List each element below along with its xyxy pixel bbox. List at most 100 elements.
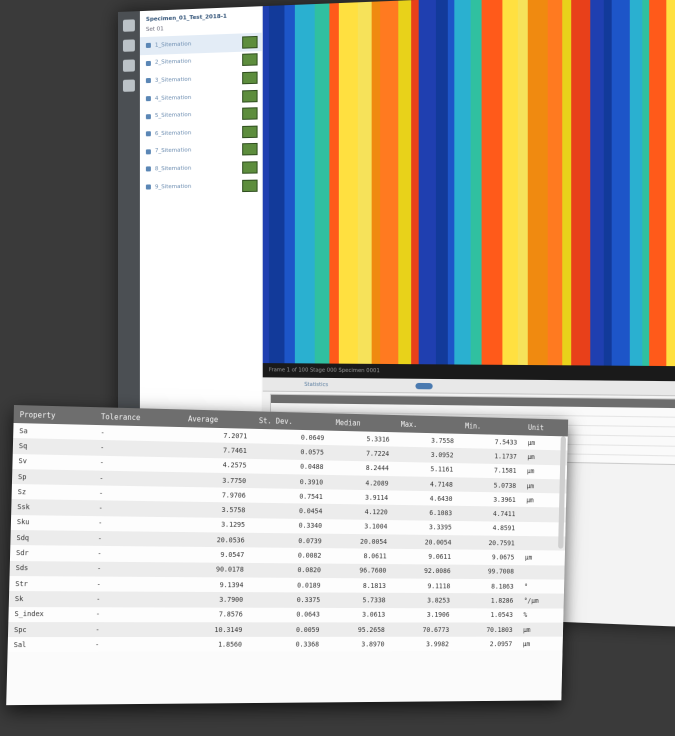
table-cell: 0.0643 — [248, 607, 326, 623]
table-cell: 3.1906 — [390, 607, 456, 623]
tools-icon[interactable] — [122, 59, 135, 72]
table-cell: 0.0082 — [249, 547, 328, 564]
specimen-icon — [145, 131, 151, 137]
image-stripe — [357, 1, 373, 364]
thumbnail-icon[interactable] — [242, 179, 258, 192]
table-cell: 0.0488 — [251, 458, 330, 475]
specimen-icon — [145, 96, 151, 102]
thumbnail-icon[interactable] — [242, 89, 258, 103]
table-cell: 10.3149 — [176, 622, 249, 638]
image-stripe — [666, 0, 675, 367]
table-cell: µm — [517, 622, 564, 637]
image-stripe — [571, 0, 592, 366]
image-stripe — [447, 0, 456, 365]
image-stripe — [481, 0, 504, 365]
pager-icon[interactable] — [415, 382, 433, 390]
column-header[interactable]: Median — [329, 413, 396, 433]
tree-item[interactable]: 8_Sitemation — [140, 158, 262, 178]
table-cell — [519, 564, 565, 580]
image-stripe — [380, 0, 400, 365]
table-cell: Sp — [11, 468, 94, 486]
table-cell: ° — [518, 579, 565, 594]
image-stripe — [517, 0, 529, 366]
table-cell: - — [91, 531, 180, 548]
table-cell: 90.0178 — [178, 562, 250, 578]
table-cell: Sa — [13, 422, 95, 441]
image-stripe — [603, 0, 613, 366]
table-cell: 9.0547 — [178, 547, 251, 563]
column-header[interactable]: Min. — [459, 416, 524, 436]
table-cell: % — [518, 608, 564, 623]
table-cell: Sku — [10, 514, 93, 532]
table-cell: 4.2575 — [181, 457, 253, 474]
table-cell: Sdr — [9, 545, 92, 562]
table-cell: - — [92, 500, 181, 518]
table-cell: 7.5433 — [459, 433, 523, 450]
thumbnail-icon[interactable] — [242, 143, 258, 156]
thumbnail-icon[interactable] — [242, 53, 258, 67]
column-header[interactable]: St. Dev. — [253, 411, 331, 431]
table-cell: 3.9982 — [389, 636, 455, 652]
table-cell: - — [94, 440, 182, 458]
heatmap-image — [262, 0, 675, 367]
table-cell: S_index — [8, 606, 91, 623]
table-cell: Ssk — [11, 499, 93, 516]
table-cell: 3.8970 — [324, 636, 391, 652]
image-stripe — [454, 0, 472, 365]
table-cell: 9.1394 — [177, 577, 250, 593]
table-cell: 3.1295 — [179, 517, 251, 533]
column-header[interactable]: Property — [13, 405, 96, 425]
table-cell: 9.0611 — [391, 549, 457, 565]
table-row[interactable]: Sal -1.8560 0.3368 3.8970 3.9982 2.0957 µm — [7, 636, 563, 653]
table-cell: Sal — [7, 637, 90, 653]
table-cell: 8.0611 — [326, 548, 393, 564]
thumbnail-icon[interactable] — [242, 161, 258, 174]
table-row[interactable]: Sk -3.7900 0.3375 5.7338 3.8253 1.8286 °/µm — [8, 591, 564, 609]
table-cell: 0.0454 — [250, 503, 329, 520]
table-cell: Spc — [7, 621, 90, 638]
table-cell: 1.1737 — [458, 448, 523, 465]
table-cell: - — [91, 546, 180, 563]
specimen-icon — [145, 113, 151, 119]
column-header[interactable]: Average — [182, 409, 254, 429]
column-header[interactable]: Max. — [395, 415, 460, 434]
table-cell: - — [93, 455, 182, 473]
thumbnail-icon[interactable] — [242, 125, 258, 138]
table-cell: 4.2089 — [328, 474, 395, 491]
thumbnail-icon[interactable] — [242, 107, 258, 121]
image-stripe — [284, 4, 296, 364]
column-header[interactable]: Tolerance — [94, 407, 183, 428]
table-cell: 1.0543 — [454, 607, 519, 623]
image-stripe — [398, 0, 413, 365]
table-cell: 0.3368 — [247, 636, 325, 652]
home-icon[interactable] — [122, 19, 135, 32]
specimen-icon — [145, 60, 151, 66]
table-cell: 7.1581 — [458, 462, 522, 479]
thumbnail-icon[interactable] — [242, 35, 258, 49]
table-cell: 7.2071 — [181, 427, 254, 444]
table-cell: 92.0086 — [391, 563, 457, 579]
table-cell: 4.8591 — [456, 520, 521, 537]
table-cell: - — [92, 515, 180, 533]
table-cell: 5.1161 — [394, 461, 459, 478]
table-cell: 9.1118 — [391, 578, 456, 594]
column-header[interactable]: Unit — [522, 418, 569, 437]
table-row[interactable]: S_index -7.8576 0.0643 3.0613 3.1906 1.0543% — [8, 606, 564, 623]
thumbnail-icon[interactable] — [242, 71, 258, 85]
results-table-card: Property Tolerance Average St. Dev. Median Ma… — [6, 405, 569, 706]
table-cell: - — [93, 470, 182, 488]
table-cell: - — [89, 637, 177, 653]
table-cell: 6.1083 — [393, 505, 458, 521]
image-viewer[interactable] — [262, 0, 675, 367]
table-row[interactable]: Spc -10.3149 0.0059 95.2658 70.6773 70.1803 µm — [7, 621, 564, 638]
table-cell: 9.0675 — [456, 549, 520, 565]
table-cell: 0.0575 — [252, 443, 330, 461]
tree-item[interactable]: 9_Sitemation — [140, 176, 262, 196]
tab-statistics[interactable]: Statistics — [304, 382, 328, 388]
table-cell: 20.0536 — [179, 532, 251, 548]
chart-icon[interactable] — [122, 79, 135, 92]
table-cell: 3.3961 — [457, 491, 522, 508]
table-cell: 4.1220 — [327, 504, 394, 520]
folder-icon[interactable] — [122, 39, 135, 52]
table-cell: 95.2658 — [324, 622, 391, 637]
